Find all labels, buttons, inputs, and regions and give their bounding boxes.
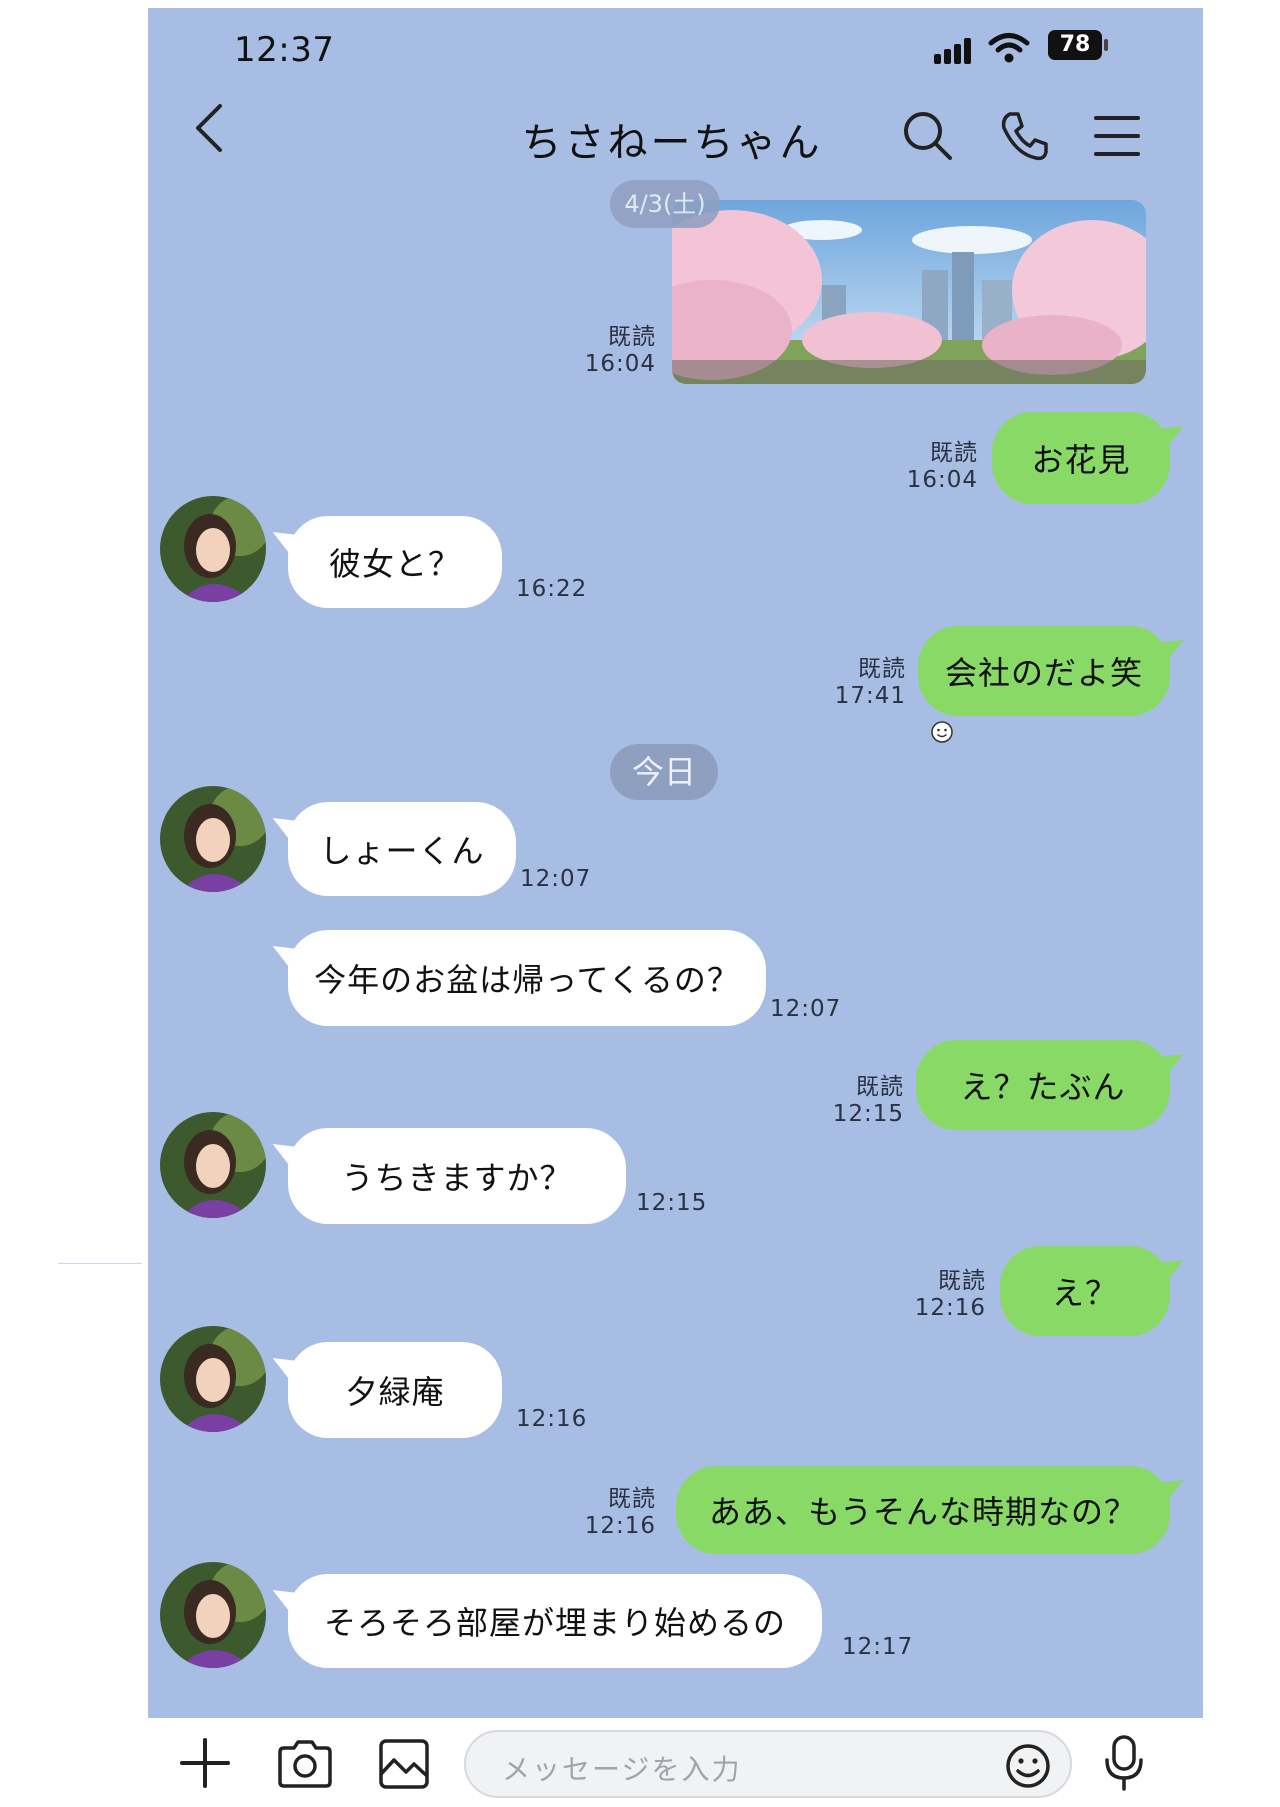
left-divider-line <box>58 1263 142 1264</box>
message-meta: 既読 17:41 <box>798 656 906 710</box>
message-time: 12:15 <box>636 1190 708 1216</box>
message-text: うちきますか？ <box>341 1159 573 1197</box>
message-bubble-sent[interactable]: え？ <box>1000 1246 1170 1336</box>
read-receipt: 既読 <box>930 440 978 466</box>
message-text: え？たぶん <box>960 1068 1126 1106</box>
message-text: 彼女と？ <box>328 545 461 583</box>
message-time: 12:07 <box>520 866 592 892</box>
message-time: 16:22 <box>516 576 588 602</box>
battery-indicator: 78 <box>1048 30 1102 60</box>
image-icon[interactable] <box>378 1738 430 1790</box>
avatar[interactable] <box>160 1562 266 1668</box>
phone-icon[interactable] <box>996 108 1052 164</box>
back-icon[interactable] <box>190 100 230 156</box>
avatar[interactable] <box>160 1112 266 1218</box>
date-chip: 4/3(土) <box>610 180 720 228</box>
message-input[interactable]: メッセージを入力 <box>464 1730 1072 1798</box>
message-time: 17:41 <box>834 683 906 709</box>
signal-icon <box>934 38 971 64</box>
message-time: 12:07 <box>770 996 842 1022</box>
message-bubble-received[interactable]: うちきますか？ <box>288 1128 626 1224</box>
avatar[interactable] <box>160 1326 266 1432</box>
message-meta: 既読 12:16 <box>878 1268 986 1322</box>
message-text: お花見 <box>1031 441 1131 479</box>
chat-title[interactable]: ちさねーちゃん <box>448 110 896 168</box>
message-text: 夕緑庵 <box>345 1373 445 1411</box>
battery-nub <box>1104 39 1108 51</box>
status-time: 12:37 <box>234 30 335 70</box>
read-receipt: 既読 <box>856 1074 904 1100</box>
plus-icon[interactable] <box>178 1736 232 1790</box>
message-time: 12:15 <box>832 1101 904 1127</box>
message-text: え？ <box>1051 1274 1118 1312</box>
message-meta: 既読 12:15 <box>796 1074 904 1128</box>
date-chip: 今日 <box>610 744 718 800</box>
search-icon[interactable] <box>900 108 956 164</box>
read-receipt: 既読 <box>608 324 656 350</box>
message-text: 今年のお盆は帰ってくるの？ <box>314 961 740 999</box>
message-time: 12:16 <box>584 1513 656 1539</box>
chat-screen: 12:37 78 ちさねーちゃん 4/3(土) 既読 16:04 お花見 既読 … <box>148 8 1203 1718</box>
message-bubble-sent[interactable]: お花見 <box>992 412 1170 504</box>
message-meta: 既読 16:04 <box>556 324 656 378</box>
message-time: 12:17 <box>842 1634 914 1660</box>
message-meta: 既読 16:04 <box>870 440 978 494</box>
mic-icon[interactable] <box>1102 1734 1146 1792</box>
message-bubble-received[interactable]: 彼女と？ <box>288 516 502 608</box>
wifi-icon <box>988 33 1030 63</box>
message-text: 会社のだよ笑 <box>944 654 1143 692</box>
message-time: 12:16 <box>516 1406 588 1432</box>
message-text: しょーくん <box>319 832 485 870</box>
message-time: 16:04 <box>906 467 978 493</box>
message-bubble-sent[interactable]: 会社のだよ笑 <box>918 626 1170 716</box>
message-meta: 既読 12:16 <box>556 1486 656 1540</box>
message-time: 16:04 <box>584 351 656 377</box>
menu-icon[interactable] <box>1092 108 1142 164</box>
composer-bar: メッセージを入力 <box>148 1718 1203 1807</box>
camera-icon[interactable] <box>276 1738 334 1790</box>
message-bubble-received[interactable]: 夕緑庵 <box>288 1342 502 1438</box>
message-bubble-received[interactable]: しょーくん <box>288 802 516 896</box>
avatar[interactable] <box>160 496 266 602</box>
message-text: ああ、もうそんな時期なの？ <box>708 1493 1138 1531</box>
message-bubble-sent[interactable]: え？たぶん <box>916 1040 1170 1130</box>
message-bubble-received[interactable]: 今年のお盆は帰ってくるの？ <box>288 930 766 1026</box>
message-time: 12:16 <box>914 1295 986 1321</box>
reaction-emoji-icon[interactable] <box>930 720 954 744</box>
message-bubble-received[interactable]: そろそろ部屋が埋まり始めるの <box>288 1574 822 1668</box>
message-text: そろそろ部屋が埋まり始めるの <box>323 1604 786 1642</box>
read-receipt: 既読 <box>608 1486 656 1512</box>
message-input-placeholder: メッセージを入力 <box>502 1753 742 1786</box>
avatar[interactable] <box>160 786 266 892</box>
emoji-icon[interactable] <box>1004 1742 1052 1790</box>
shared-photo[interactable] <box>672 200 1146 384</box>
read-receipt: 既読 <box>858 656 906 682</box>
read-receipt: 既読 <box>938 1268 986 1294</box>
message-bubble-sent[interactable]: ああ、もうそんな時期なの？ <box>676 1466 1170 1554</box>
